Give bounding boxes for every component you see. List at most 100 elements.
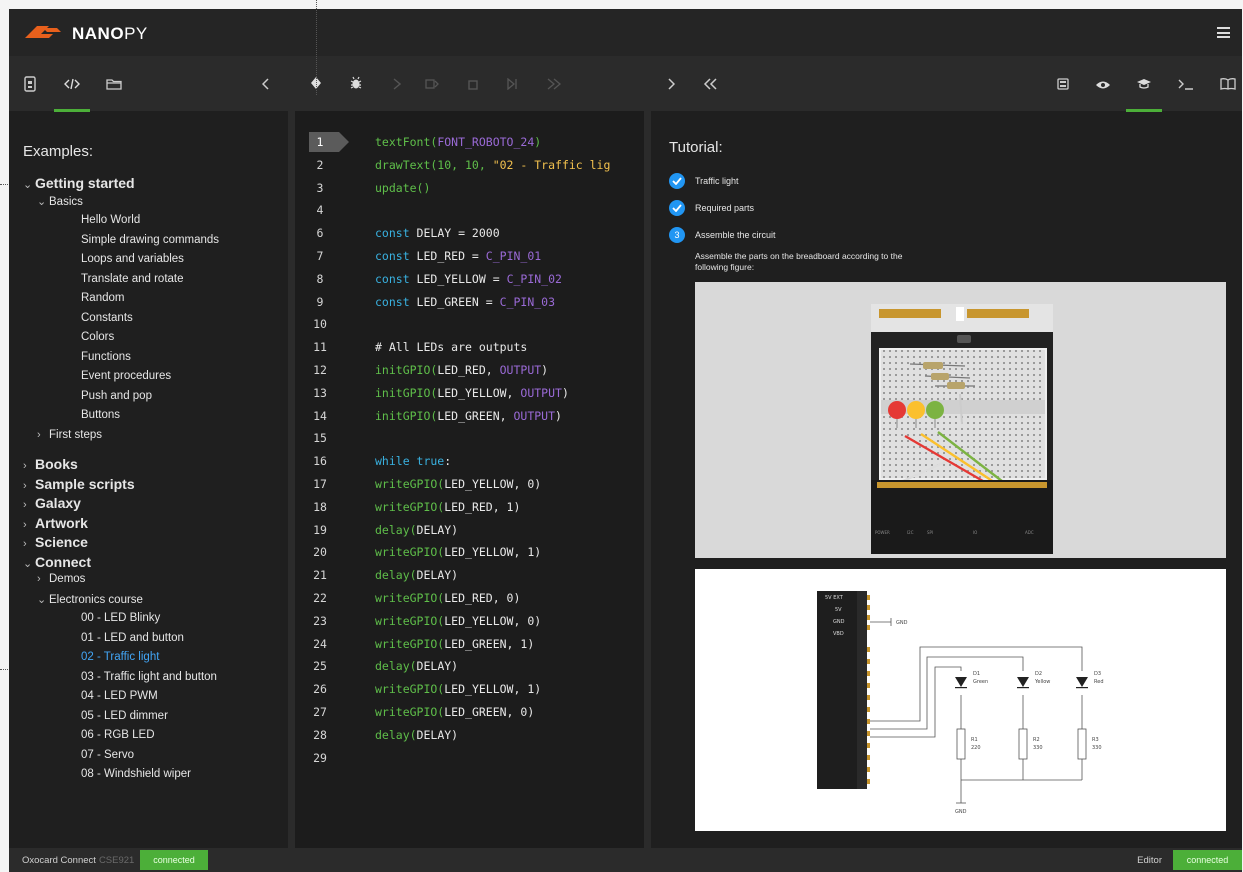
line-number: 15 (313, 431, 327, 446)
terminal-icon[interactable] (1178, 76, 1194, 96)
tree-item[interactable]: Translate and rotate (81, 273, 184, 285)
tree-item[interactable]: 01 - LED and button (81, 632, 184, 644)
code-line[interactable]: 3 update() (295, 177, 644, 199)
double-chevron-left-icon[interactable] (703, 76, 717, 96)
code-text: delay(DELAY) (375, 724, 458, 746)
code-line[interactable]: 13 initGPIO(LED_YELLOW, OUTPUT) (295, 382, 644, 404)
code-line[interactable]: 14 initGPIO(LED_GREEN, OUTPUT) (295, 405, 644, 427)
eye-icon[interactable] (1095, 76, 1111, 96)
tree-category[interactable]: › Galaxy (23, 495, 81, 511)
code-token: const (375, 226, 417, 241)
chevron-down-icon[interactable]: ⌄ (37, 195, 49, 208)
code-line[interactable]: 16 while true: (295, 450, 644, 472)
code-line[interactable]: 15 (295, 427, 644, 449)
step-out-icon[interactable] (547, 76, 562, 96)
chevron-right-icon[interactable]: › (23, 538, 35, 550)
code-token: LED_RED, (437, 363, 500, 377)
device-icon[interactable] (23, 76, 37, 96)
code-line[interactable]: 18 writeGPIO(LED_RED, 1) (295, 496, 644, 518)
code-line[interactable]: 22 writeGPIO(LED_RED, 0) (295, 587, 644, 609)
tree-item[interactable]: 03 - Traffic light and button (81, 671, 217, 683)
code-line[interactable]: 8 const LED_YELLOW = C_PIN_02 (295, 268, 644, 290)
debug-icon[interactable] (349, 76, 363, 96)
hamburger-menu-icon[interactable] (1217, 27, 1230, 38)
tree-item[interactable]: Push and pop (81, 390, 152, 402)
device-connected-badge[interactable]: connected (140, 850, 208, 870)
chevron-right-icon[interactable]: › (37, 429, 49, 441)
tree-item[interactable]: 06 - RGB LED (81, 729, 155, 741)
code-line[interactable]: 29 (295, 747, 644, 769)
tree-item[interactable]: 05 - LED dimmer (81, 710, 168, 722)
code-icon[interactable] (54, 76, 90, 112)
code-line[interactable]: 7 const LED_RED = C_PIN_01 (295, 245, 644, 267)
code-line[interactable]: 25 delay(DELAY) (295, 655, 644, 677)
step-over-icon[interactable] (425, 76, 439, 96)
code-line[interactable]: 4 (295, 199, 644, 221)
tree-category[interactable]: ⌄ Getting started (23, 175, 135, 191)
code-line[interactable]: 27 writeGPIO(LED_GREEN, 0) (295, 701, 644, 723)
code-line[interactable]: 23 writeGPIO(LED_YELLOW, 0) (295, 610, 644, 632)
code-line[interactable]: 19 delay(DELAY) (295, 519, 644, 541)
tree-item[interactable]: Random (81, 292, 124, 304)
editor-connected-badge[interactable]: connected (1173, 850, 1242, 870)
tree-item[interactable]: Hello World (81, 214, 140, 226)
tree-item[interactable]: 00 - LED Blinky (81, 612, 160, 624)
tree-category[interactable]: ⌄ Connect (23, 554, 91, 570)
tree-category[interactable]: › Science (23, 534, 88, 550)
tree-category[interactable]: › Sample scripts (23, 476, 135, 492)
tree-item[interactable]: Constants (81, 312, 133, 324)
code-text: writeGPIO(LED_RED, 0) (375, 587, 520, 609)
stop-icon[interactable] (467, 76, 479, 96)
chevron-right-icon[interactable]: › (23, 480, 35, 492)
code-line[interactable]: 26 writeGPIO(LED_YELLOW, 1) (295, 678, 644, 700)
folder-icon[interactable] (106, 76, 122, 96)
chevron-right-icon[interactable] (665, 76, 677, 96)
code-line[interactable]: 20 writeGPIO(LED_YELLOW, 1) (295, 541, 644, 563)
graduation-cap-icon[interactable] (1126, 76, 1162, 112)
code-line[interactable]: 2 drawText(10, 10, "02 - Traffic lig (295, 154, 644, 176)
collapse-left-icon[interactable] (260, 76, 272, 96)
tree-item[interactable]: 07 - Servo (81, 749, 134, 761)
book-icon[interactable] (1220, 76, 1236, 96)
tree-category[interactable]: › Books (23, 456, 78, 472)
save-icon[interactable] (1056, 76, 1070, 96)
chevron-right-icon[interactable]: › (23, 460, 35, 472)
tree-item[interactable]: 04 - LED PWM (81, 690, 158, 702)
code-line[interactable]: 28 delay(DELAY) (295, 724, 644, 746)
code-line[interactable]: 17 writeGPIO(LED_YELLOW, 0) (295, 473, 644, 495)
code-line[interactable]: 1 textFont(FONT_ROBOTO_24) (295, 131, 644, 153)
step-icon[interactable] (391, 76, 403, 96)
code-line[interactable]: 9 const LED_GREEN = C_PIN_03 (295, 291, 644, 313)
chevron-down-icon[interactable]: ⌄ (23, 178, 35, 191)
tree-item[interactable]: Simple drawing commands (81, 234, 219, 246)
tree-item[interactable]: Loops and variables (81, 253, 184, 265)
tree-group[interactable]: ⌄ Electronics course (37, 593, 143, 606)
tree-group[interactable]: › Demos (37, 573, 85, 585)
code-token: delay( (375, 659, 417, 674)
code-line[interactable]: 6 const DELAY = 2000 (295, 222, 644, 244)
chevron-down-icon[interactable]: ⌄ (23, 557, 35, 570)
code-text: const LED_GREEN = C_PIN_03 (375, 291, 555, 313)
code-token: : (444, 454, 452, 469)
chevron-right-icon[interactable]: › (23, 519, 35, 531)
tree-item[interactable]: Buttons (81, 409, 120, 421)
tree-item[interactable]: 02 - Traffic light (81, 651, 159, 663)
step-number-badge: 3 (669, 227, 685, 243)
code-line[interactable]: 10 (295, 313, 644, 335)
tree-category[interactable]: › Artwork (23, 515, 88, 531)
tree-group[interactable]: ⌄ Basics (37, 195, 83, 208)
code-line[interactable]: 12 initGPIO(LED_RED, OUTPUT) (295, 359, 644, 381)
code-line[interactable]: 21 delay(DELAY) (295, 564, 644, 586)
code-line[interactable]: 24 writeGPIO(LED_GREEN, 1) (295, 633, 644, 655)
tree-item[interactable]: 08 - Windshield wiper (81, 768, 191, 780)
chevron-down-icon[interactable]: ⌄ (37, 593, 49, 606)
tree-item[interactable]: Event procedures (81, 370, 171, 382)
step-into-icon[interactable] (507, 76, 519, 96)
chevron-right-icon[interactable]: › (23, 499, 35, 511)
tree-group[interactable]: › First steps (37, 429, 102, 441)
tree-item[interactable]: Functions (81, 351, 131, 363)
tree-item[interactable]: Colors (81, 331, 114, 343)
chevron-right-icon[interactable]: › (37, 573, 49, 585)
code-line[interactable]: 11 # All LEDs are outputs (295, 336, 644, 358)
code-text: const DELAY = 2000 (375, 222, 500, 244)
